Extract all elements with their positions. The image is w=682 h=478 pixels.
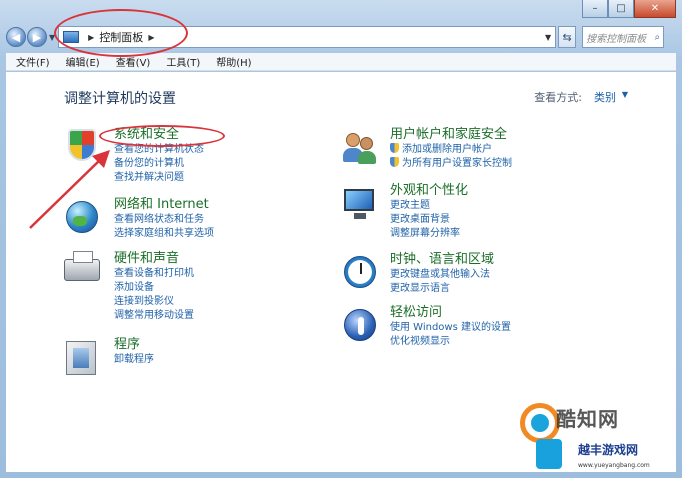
category-title[interactable]: 时钟、语言和区域 (390, 252, 494, 268)
category-title[interactable]: 外观和个性化 (390, 183, 468, 199)
menu-edit[interactable]: 编辑(E) (66, 54, 100, 69)
category-ease-of-access: 轻松访问 使用 Windows 建议的设置 优化视频显示 (340, 305, 511, 349)
accessibility-icon[interactable] (340, 305, 380, 345)
category-link[interactable]: 优化视频显示 (390, 335, 511, 349)
category-link[interactable]: 备份您的计算机 (114, 157, 204, 171)
annotation-address-ellipse (54, 9, 188, 57)
category-network-internet: 网络和 Internet 查看网络状态和任务 选择家庭组和共享选项 (62, 197, 214, 241)
minimize-button[interactable]: – (582, 0, 608, 18)
category-link[interactable]: 调整常用移动设置 (114, 309, 194, 323)
caption-buttons: – □ ✕ (582, 0, 676, 18)
category-link[interactable]: 调整屏幕分辨率 (390, 227, 468, 241)
printer-icon[interactable] (62, 251, 102, 291)
category-link[interactable]: 更改桌面背景 (390, 213, 468, 227)
category-title[interactable]: 轻松访问 (390, 305, 511, 321)
search-icon[interactable]: ⌕ (655, 32, 661, 43)
category-link[interactable]: 更改主题 (390, 199, 468, 213)
category-appearance: 外观和个性化 更改主题 更改桌面背景 调整屏幕分辨率 (340, 183, 468, 241)
forward-arrow-icon: ▶ (32, 30, 42, 44)
search-placeholder: 搜索控制面板 (586, 33, 647, 45)
category-link[interactable]: 更改键盘或其他输入法 (390, 268, 494, 282)
close-button[interactable]: ✕ (634, 0, 676, 18)
address-dropdown-icon[interactable]: ▼ (545, 33, 551, 42)
annotation-system-ellipse (99, 125, 225, 147)
forward-button[interactable]: ▶ (27, 27, 47, 47)
uac-shield-icon (390, 157, 399, 167)
category-clock-language: 时钟、语言和区域 更改键盘或其他输入法 更改显示语言 (340, 252, 494, 296)
uac-shield-icon (390, 143, 399, 153)
back-arrow-icon: ◀ (11, 30, 21, 44)
category-link[interactable]: 为所有用户设置家长控制 (390, 157, 512, 171)
category-link[interactable]: 连接到投影仪 (114, 295, 194, 309)
view-by-label: 查看方式: (534, 91, 582, 104)
chevron-down-icon[interactable]: ▼ (622, 90, 628, 99)
watermark-brand-secondary: 越丰游戏网 (578, 443, 639, 457)
refresh-icon: ⇆ (562, 30, 572, 44)
category-link[interactable]: 添加设备 (114, 281, 194, 295)
category-title[interactable]: 网络和 Internet (114, 197, 214, 213)
security-shield-icon[interactable] (62, 127, 102, 167)
programs-box-icon[interactable] (62, 337, 102, 377)
watermark-brand: 酷知网 (556, 407, 619, 431)
menu-tools[interactable]: 工具(T) (166, 54, 200, 69)
category-link[interactable]: 查看设备和打印机 (114, 267, 194, 281)
category-link[interactable]: 选择家庭组和共享选项 (114, 227, 214, 241)
view-by-dropdown[interactable]: 类别 (594, 89, 616, 105)
watermark-url: www.yueyangbang.com (578, 462, 650, 469)
category-link[interactable]: 添加或删除用户帐户 (390, 143, 512, 157)
category-user-accounts: 用户帐户和家庭安全 添加或删除用户帐户 为所有用户设置家长控制 (340, 127, 512, 171)
monitor-icon[interactable] (340, 183, 380, 223)
clock-globe-icon[interactable] (340, 252, 380, 292)
category-programs: 程序 卸载程序 (62, 337, 154, 377)
network-globe-icon[interactable] (62, 197, 102, 237)
refresh-button[interactable]: ⇆ (558, 26, 577, 48)
page-title: 调整计算机的设置 (64, 91, 176, 107)
maximize-button[interactable]: □ (608, 0, 634, 18)
category-link[interactable]: 查看网络状态和任务 (114, 213, 214, 227)
window-frame: – □ ✕ ◀ ▶ ▼ ▶ 控制面板 ▶ ▼ ⇆ 搜索控制面板 ⌕ 文件(F) … (0, 0, 682, 478)
menu-file[interactable]: 文件(F) (16, 54, 50, 69)
search-input[interactable]: 搜索控制面板 ⌕ (582, 26, 665, 48)
category-link[interactable]: 卸载程序 (114, 353, 154, 367)
users-icon[interactable] (340, 127, 380, 167)
category-title[interactable]: 硬件和声音 (114, 251, 194, 267)
category-title[interactable]: 程序 (114, 337, 154, 353)
back-button[interactable]: ◀ (6, 27, 26, 47)
watermark-logo-dot (531, 414, 549, 432)
watermark-badge-icon (536, 439, 562, 469)
category-link[interactable]: 更改显示语言 (390, 282, 494, 296)
category-title[interactable]: 用户帐户和家庭安全 (390, 127, 512, 143)
category-link[interactable]: 使用 Windows 建议的设置 (390, 321, 511, 335)
menu-help[interactable]: 帮助(H) (216, 54, 251, 69)
category-hardware-sound: 硬件和声音 查看设备和打印机 添加设备 连接到投影仪 调整常用移动设置 (62, 251, 194, 323)
category-link[interactable]: 查找并解决问题 (114, 171, 204, 185)
